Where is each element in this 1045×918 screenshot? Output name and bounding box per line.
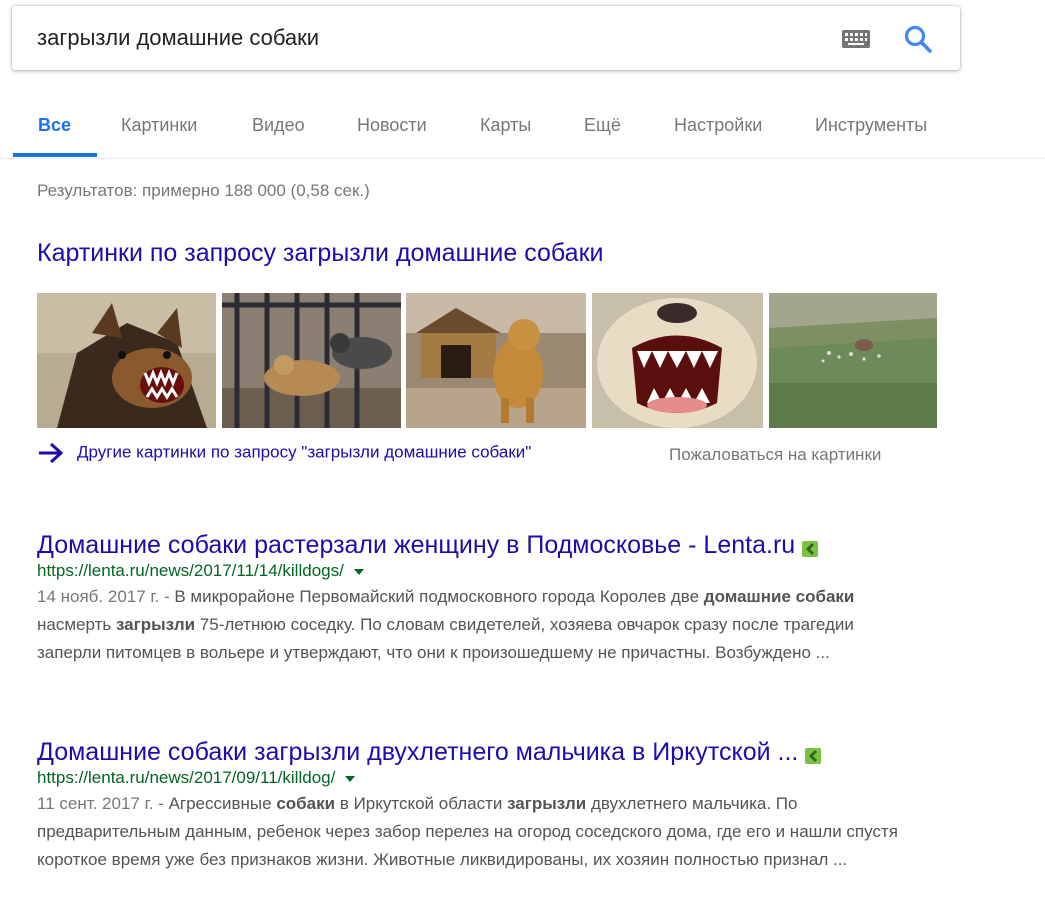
image-thumbnail[interactable]	[222, 293, 401, 428]
more-images-label: Другие картинки по запросу "загрызли дом…	[77, 442, 532, 462]
result-snippet: 11 сент. 2017 г. - Агрессивные собаки в …	[37, 790, 917, 874]
tab-images[interactable]: Картинки	[121, 115, 197, 136]
images-heading-link[interactable]: Картинки по запросу загрызли домашние со…	[37, 239, 603, 268]
url-menu-caret-icon[interactable]	[345, 775, 356, 782]
snippet-text: Агрессивные	[168, 794, 277, 813]
report-images-link[interactable]: Пожаловаться на картинки	[669, 445, 881, 465]
image-thumbnail[interactable]	[769, 293, 937, 428]
result-url: https://lenta.ru/news/2017/11/14/killdog…	[37, 561, 344, 580]
result-url: https://lenta.ru/news/2017/09/11/killdog…	[37, 768, 336, 787]
image-thumbnail[interactable]	[37, 293, 216, 428]
image-thumbnail[interactable]	[592, 293, 763, 428]
result-title-link[interactable]: Домашние собаки загрызли двухлетнего мал…	[37, 738, 798, 767]
search-result: Домашние собаки загрызли двухлетнего мал…	[37, 738, 937, 874]
tab-news[interactable]: Новости	[357, 115, 427, 136]
snippet-highlight: домашние собаки	[703, 587, 855, 606]
search-result: Домашние собаки растерзали женщину в Под…	[37, 531, 937, 667]
more-images-link[interactable]: Другие картинки по запросу "загрызли дом…	[37, 441, 531, 465]
tab-settings[interactable]: Настройки	[674, 115, 762, 136]
amp-icon	[804, 747, 821, 764]
snippet-highlight: загрызли	[115, 615, 196, 634]
tab-video[interactable]: Видео	[252, 115, 305, 136]
arrow-right-icon	[39, 442, 64, 464]
result-date: 14 нояб. 2017 г. -	[37, 587, 175, 606]
snippet-highlight: собаки	[276, 794, 336, 813]
result-title-link[interactable]: Домашние собаки растерзали женщину в Под…	[37, 531, 795, 560]
image-thumbnail[interactable]	[406, 293, 586, 428]
search-icon[interactable]	[903, 24, 933, 54]
result-stats: Результатов: примерно 188 000 (0,58 сек.…	[37, 181, 370, 200]
snippet-highlight: загрызли	[507, 794, 587, 813]
amp-icon	[801, 540, 818, 557]
active-tab-indicator	[13, 153, 97, 157]
tab-more[interactable]: Ещё	[584, 115, 621, 136]
snippet-text: насмерть	[37, 615, 116, 634]
result-date: 11 сент. 2017 г. -	[37, 794, 169, 813]
keyboard-icon[interactable]	[842, 30, 870, 48]
search-box[interactable]: загрызли домашние собаки	[12, 6, 960, 70]
snippet-text: В микрорайоне Первомайский подмосковного…	[174, 587, 704, 606]
search-tabs: Все Картинки Видео Новости Карты Ещё Нас…	[0, 98, 1045, 159]
snippet-text: в Иркутской области	[335, 794, 508, 813]
tab-all[interactable]: Все	[38, 115, 71, 136]
url-menu-caret-icon[interactable]	[353, 568, 364, 575]
result-snippet: 14 нояб. 2017 г. - В микрорайоне Первома…	[37, 583, 917, 667]
search-input[interactable]: загрызли домашние собаки	[37, 25, 319, 51]
tab-maps[interactable]: Карты	[480, 115, 531, 136]
tab-tools[interactable]: Инструменты	[815, 115, 927, 136]
